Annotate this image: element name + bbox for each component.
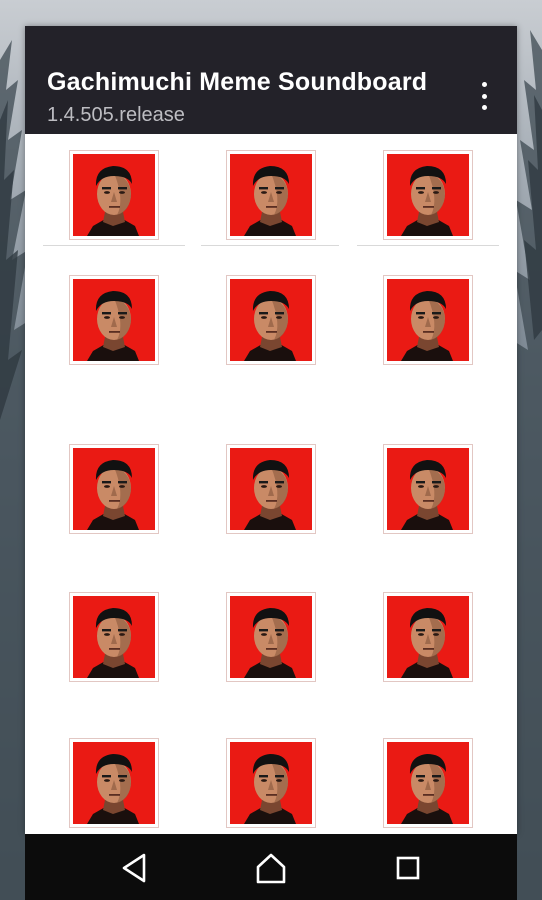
sound-button[interactable] [383, 275, 473, 365]
portrait-face-on-red-icon [73, 154, 155, 236]
sound-button[interactable] [69, 444, 159, 534]
portrait-face-on-red-icon [230, 448, 312, 530]
portrait-face-on-red-icon [73, 448, 155, 530]
sound-button[interactable] [69, 738, 159, 828]
row-divider [357, 245, 499, 246]
system-navigation-bar [25, 834, 517, 900]
app-bar: Gachimuchi Meme Soundboard 1.4.505.relea… [25, 26, 517, 134]
sound-button[interactable] [383, 444, 473, 534]
portrait-face-on-red-icon [387, 596, 469, 678]
sound-button[interactable] [226, 444, 316, 534]
sound-button[interactable] [69, 150, 159, 240]
recents-square-icon[interactable] [390, 851, 426, 885]
portrait-face-on-red-icon [230, 279, 312, 361]
row-divider [201, 245, 339, 246]
more-vert-icon[interactable] [474, 82, 494, 110]
portrait-face-on-red-icon [73, 596, 155, 678]
sound-button[interactable] [226, 592, 316, 682]
app-title: Gachimuchi Meme Soundboard [47, 68, 428, 96]
portrait-face-on-red-icon [387, 154, 469, 236]
app-window: Gachimuchi Meme Soundboard 1.4.505.relea… [25, 26, 517, 834]
app-version: 1.4.505.release [47, 104, 185, 126]
portrait-face-on-red-icon [387, 279, 469, 361]
sound-button[interactable] [383, 592, 473, 682]
portrait-face-on-red-icon [230, 596, 312, 678]
portrait-face-on-red-icon [73, 742, 155, 824]
portrait-face-on-red-icon [230, 742, 312, 824]
home-icon[interactable] [253, 851, 289, 885]
sound-button[interactable] [226, 738, 316, 828]
sound-grid [25, 134, 517, 834]
sound-button[interactable] [226, 275, 316, 365]
portrait-face-on-red-icon [387, 742, 469, 824]
back-triangle-icon[interactable] [116, 851, 152, 885]
row-divider [43, 245, 185, 246]
sound-button[interactable] [69, 592, 159, 682]
sound-button[interactable] [69, 275, 159, 365]
portrait-face-on-red-icon [387, 448, 469, 530]
sound-button[interactable] [226, 150, 316, 240]
sound-button[interactable] [383, 738, 473, 828]
portrait-face-on-red-icon [230, 154, 312, 236]
sound-button[interactable] [383, 150, 473, 240]
portrait-face-on-red-icon [73, 279, 155, 361]
